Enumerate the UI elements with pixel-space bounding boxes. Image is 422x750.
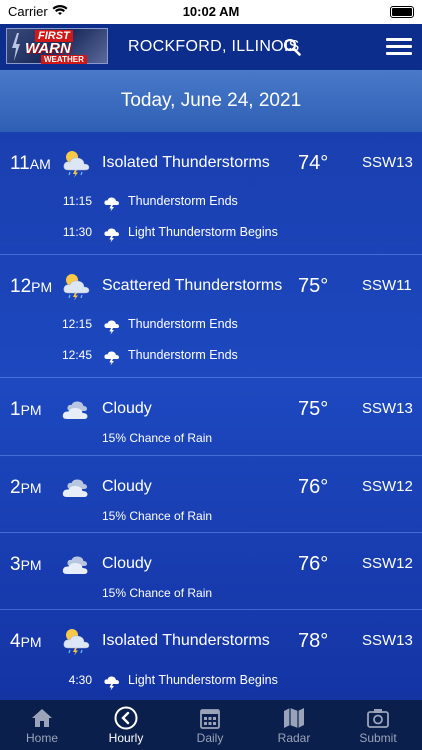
event-text: Light Thunderstorm Begins — [128, 225, 278, 239]
location-label[interactable]: ROCKFORD, ILLINOIS — [128, 38, 300, 56]
hour-row-3pm[interactable]: 3PM Cloudy 76° SSW12 15% Chance of Rain — [0, 533, 422, 610]
search-icon[interactable] — [283, 38, 301, 56]
temperature: 74° — [298, 152, 329, 174]
thunderstorm-small-icon — [104, 197, 119, 212]
cloudy-icon — [62, 479, 88, 497]
condition-text: Cloudy — [102, 555, 152, 572]
hour-row-4pm[interactable]: 4PM Isolated Thunderstorms 78° SSW13 4:3… — [0, 610, 422, 700]
wind: SSW12 — [362, 478, 413, 495]
event-row: 12:15 Thunderstorm Ends — [0, 317, 422, 339]
hour-row-2pm[interactable]: 2PM Cloudy 76° SSW12 15% Chance of Rain — [0, 456, 422, 533]
thunderstorm-icon — [63, 274, 90, 301]
tab-bar: Home Hourly Daily Radar Submit — [0, 700, 422, 750]
hour-label: 4PM — [10, 631, 42, 652]
hour-label: 1PM — [10, 399, 42, 420]
event-row: 4:30 Light Thunderstorm Begins — [0, 673, 422, 695]
condition-text: Scattered Thunderstorms — [102, 277, 283, 294]
tab-radar[interactable]: Radar — [252, 700, 336, 750]
event-row: 11:15 Thunderstorm Ends — [0, 194, 422, 216]
app-header: FIRST WARN WEATHER ROCKFORD, ILLINOIS — [0, 24, 422, 70]
tab-label: Daily — [196, 731, 224, 745]
thunderstorm-icon — [63, 151, 90, 178]
event-row: 12:45 Thunderstorm Ends — [0, 348, 422, 370]
status-bar: Carrier 10:02 AM — [0, 0, 422, 24]
logo-text-weather: WEATHER — [41, 55, 87, 64]
event-time: 12:15 — [61, 317, 92, 331]
hour-label: 12PM — [10, 276, 53, 297]
rain-chance: 15% Chance of Rain — [102, 509, 213, 523]
temperature: 75° — [298, 275, 329, 297]
hamburger-menu-icon[interactable] — [386, 38, 412, 58]
thunderstorm-small-icon — [104, 320, 119, 335]
wind: SSW13 — [362, 632, 413, 649]
cloudy-icon — [62, 401, 88, 419]
wind: SSW13 — [362, 400, 413, 417]
hour-label: 2PM — [10, 477, 42, 498]
rain-chance: 15% Chance of Rain — [102, 431, 213, 445]
hour-label: 3PM — [10, 554, 42, 575]
tab-home[interactable]: Home — [0, 700, 84, 750]
battery-icon — [390, 6, 414, 18]
condition-text: Cloudy — [102, 400, 152, 417]
event-row: 11:30 Light Thunderstorm Begins — [0, 225, 422, 247]
clock: 10:02 AM — [182, 4, 240, 19]
thunderstorm-icon — [63, 629, 90, 656]
rain-chance: 15% Chance of Rain — [102, 586, 213, 600]
thunderstorm-small-icon — [104, 228, 119, 243]
tab-label: Radar — [277, 731, 311, 745]
temperature: 76° — [298, 553, 329, 575]
calendar-icon — [200, 709, 220, 729]
hourly-icon — [114, 706, 138, 730]
tab-submit[interactable]: Submit — [336, 700, 420, 750]
event-text: Thunderstorm Ends — [128, 317, 238, 331]
hour-row-12pm[interactable]: 12PM Scattered Thunderstorms 75° SSW11 1… — [0, 255, 422, 378]
wind: SSW13 — [362, 154, 413, 171]
cloudy-icon — [62, 556, 88, 574]
date-banner: Today, June 24, 2021 — [0, 70, 422, 132]
tab-daily[interactable]: Daily — [168, 700, 252, 750]
camera-icon — [367, 709, 389, 728]
temperature: 75° — [298, 398, 329, 420]
thunderstorm-small-icon — [104, 351, 119, 366]
hour-row-11am[interactable]: 11AM Isolated Thunderstorms 74° SSW13 11… — [0, 132, 422, 255]
condition-text: Cloudy — [102, 478, 152, 495]
tab-label: Home — [25, 731, 58, 745]
hourly-list[interactable]: 11AM Isolated Thunderstorms 74° SSW13 11… — [0, 132, 422, 700]
tab-label: Hourly — [108, 731, 144, 745]
event-time: 4:30 — [68, 673, 92, 687]
tab-label: Submit — [359, 731, 397, 745]
hour-label: 11AM — [10, 153, 51, 174]
wind: SSW12 — [362, 555, 413, 572]
map-icon — [284, 708, 304, 728]
home-icon — [32, 709, 52, 727]
event-text: Thunderstorm Ends — [128, 348, 238, 362]
tab-hourly[interactable]: Hourly — [84, 700, 168, 750]
thunderstorm-small-icon — [104, 676, 119, 691]
wind: SSW11 — [362, 277, 412, 294]
event-time: 11:15 — [62, 194, 92, 208]
event-text: Light Thunderstorm Begins — [128, 673, 278, 687]
temperature: 78° — [298, 630, 329, 652]
event-time: 12:45 — [61, 348, 92, 362]
lightning-bolt-icon — [12, 33, 20, 61]
temperature: 76° — [298, 476, 329, 498]
hour-row-1pm[interactable]: 1PM Cloudy 75° SSW13 15% Chance of Rain — [0, 378, 422, 456]
event-text: Thunderstorm Ends — [128, 194, 238, 208]
first-warn-weather-logo[interactable]: FIRST WARN WEATHER — [6, 28, 108, 64]
condition-text: Isolated Thunderstorms — [102, 632, 270, 649]
event-time: 11:30 — [62, 225, 92, 239]
condition-text: Isolated Thunderstorms — [102, 154, 270, 171]
